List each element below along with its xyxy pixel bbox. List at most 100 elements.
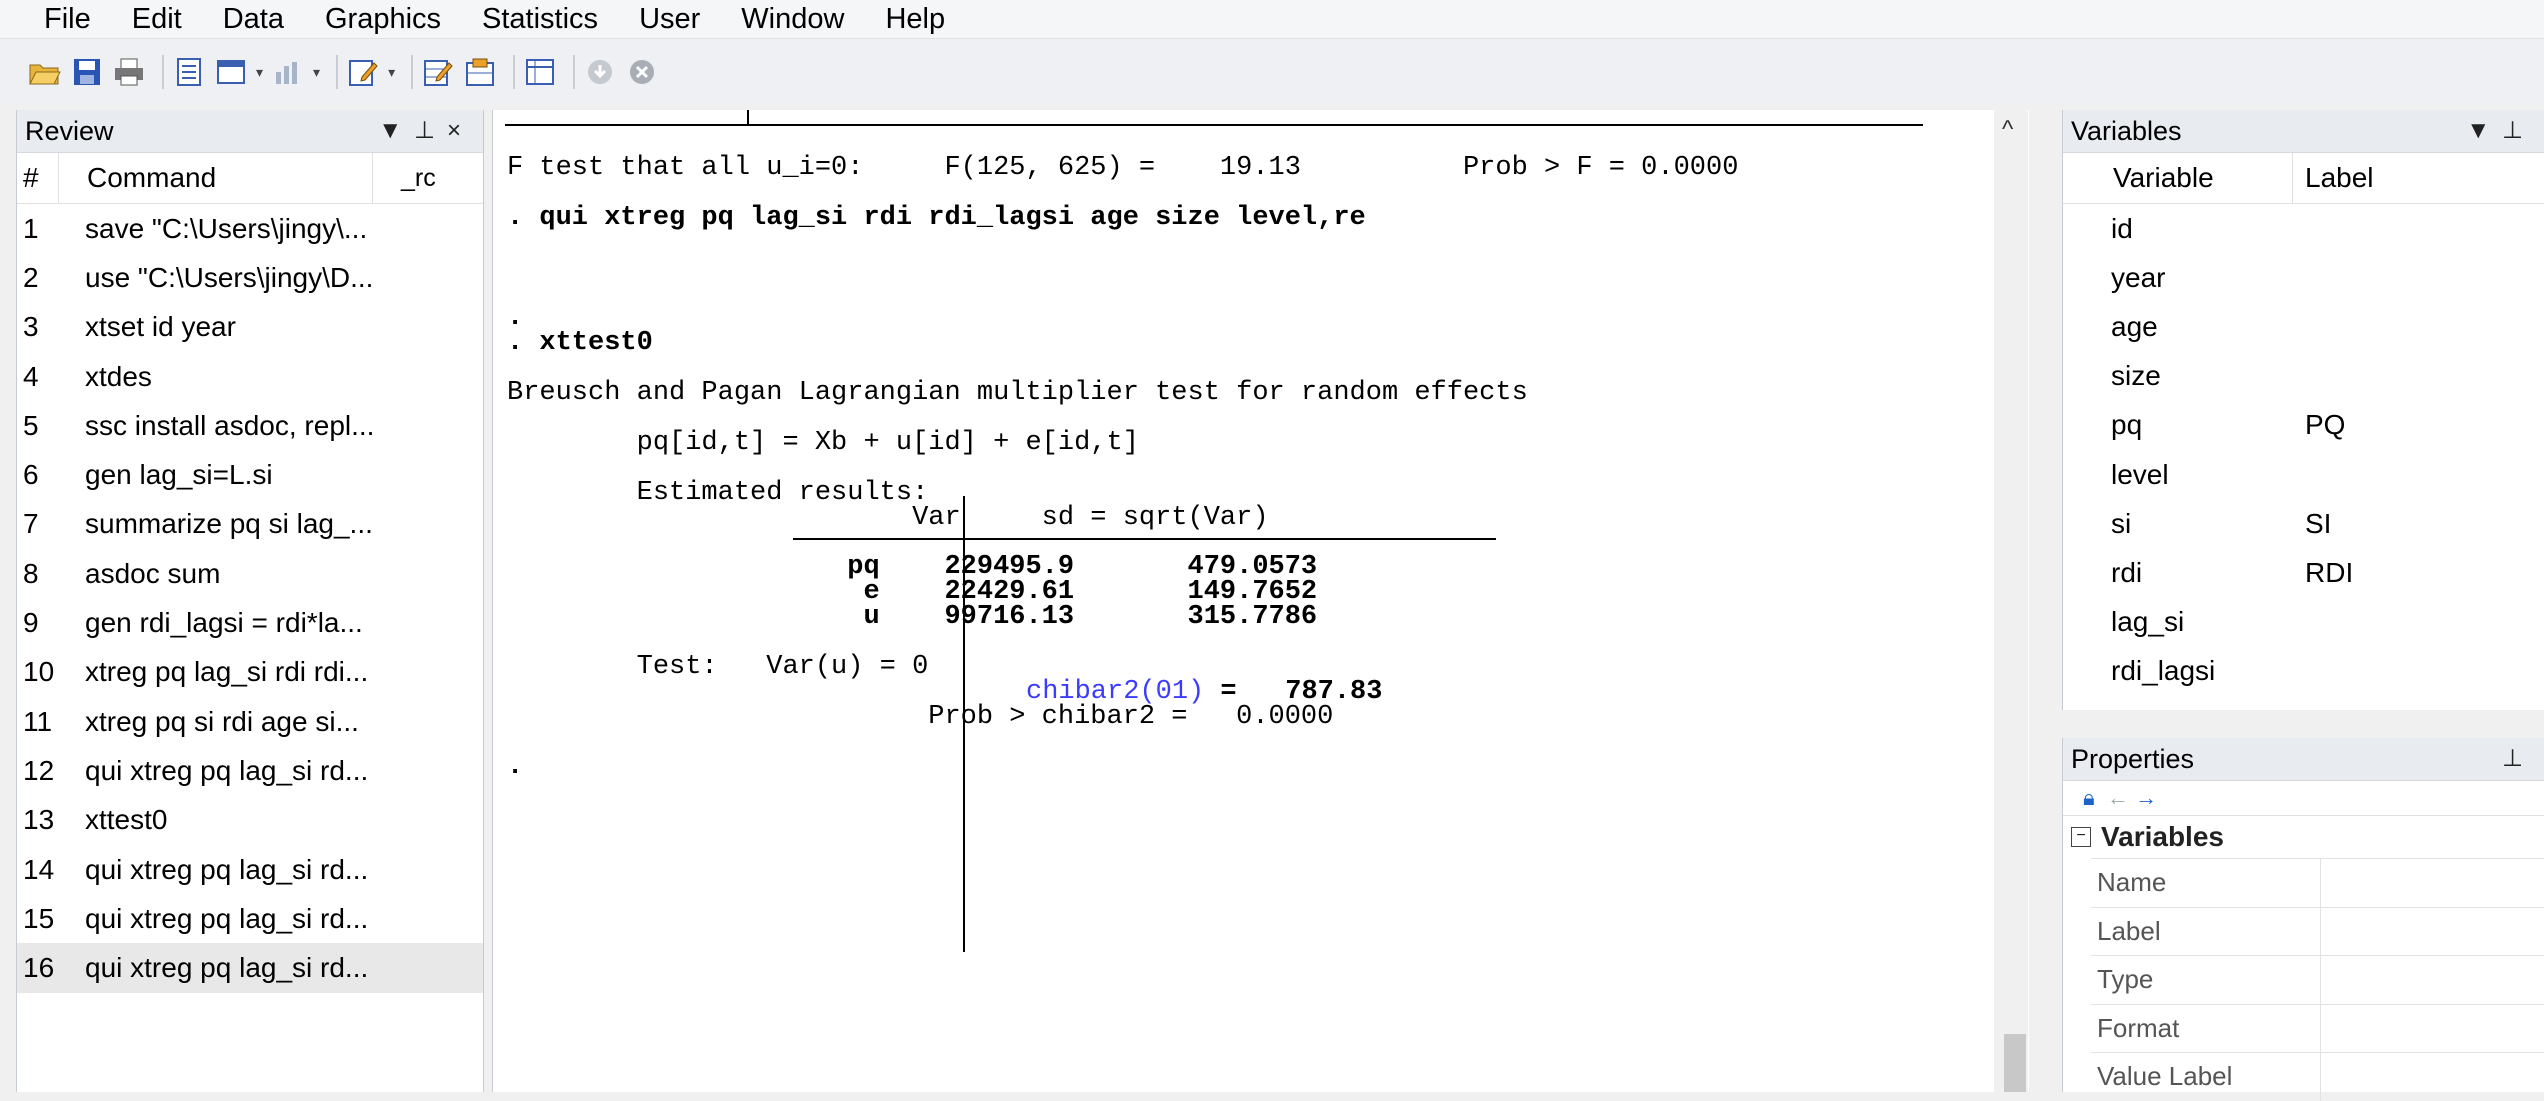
review-row-command: qui xtreg pq lag_si rd... <box>85 754 369 786</box>
review-row[interactable]: 13 xttest0 <box>17 796 483 845</box>
pin-icon[interactable]: ⊥ <box>414 117 447 144</box>
menu-edit[interactable]: Edit <box>110 0 201 38</box>
review-row-number: 1 <box>23 212 39 244</box>
menu-data[interactable]: Data <box>201 0 303 38</box>
lock-icon[interactable]: 🔒︎ <box>2083 785 2095 811</box>
review-row[interactable]: 14 qui xtreg pq lag_si rd... <box>17 845 483 894</box>
graph-icon[interactable] <box>271 55 305 89</box>
variable-row[interactable]: id <box>2063 204 2544 253</box>
toolbar: ▾ ▾ ▾ <box>0 39 2544 105</box>
model-line: pq[id,t] = Xb + u[id] + e[id,t] <box>507 428 1139 458</box>
filter-icon[interactable]: ▼ <box>2466 117 2502 144</box>
properties-group[interactable]: − Variables <box>2063 816 2544 858</box>
review-row-number: 4 <box>23 360 39 392</box>
variable-row[interactable]: level <box>2063 450 2544 499</box>
review-row[interactable]: 8 asdoc sum <box>17 549 483 598</box>
review-row-command: qui xtreg pq lag_si rd... <box>85 952 369 984</box>
scroll-thumb[interactable] <box>2004 1034 2026 1092</box>
review-row[interactable]: 7 summarize pq si lag_... <box>17 500 483 549</box>
data-editor-icon[interactable] <box>421 55 455 89</box>
variable-row[interactable]: rdi_lagsi <box>2063 647 2544 696</box>
log-icon[interactable] <box>172 55 206 89</box>
pin-icon[interactable]: ⊥ <box>2502 745 2535 772</box>
data-browser-icon[interactable] <box>463 55 497 89</box>
pin-icon[interactable]: ⊥ <box>2502 117 2535 144</box>
filter-icon[interactable]: ▼ <box>378 117 414 144</box>
review-row[interactable]: 4 xtdes <box>17 352 483 401</box>
menu-window[interactable]: Window <box>719 0 863 38</box>
command-line: . qui xtreg pq lag_si rdi rdi_lagsi age … <box>507 203 1366 233</box>
properties-list: Name Label Type Format Value Label <box>2063 858 2544 1101</box>
property-row[interactable]: Name <box>2091 858 2544 907</box>
review-row[interactable]: 6 gen lag_si=L.si <box>17 450 483 499</box>
menu-file[interactable]: File <box>0 0 110 38</box>
save-icon[interactable] <box>70 55 104 89</box>
menu-user[interactable]: User <box>617 0 719 38</box>
collapse-icon[interactable]: − <box>2071 827 2091 847</box>
panel-controls[interactable]: ▼⊥ <box>2466 116 2535 145</box>
menu-bar: File Edit Data Graphics Statistics User … <box>0 0 2544 39</box>
review-row-number: 11 <box>23 705 53 737</box>
menu-graphics[interactable]: Graphics <box>303 0 460 38</box>
variables-manager-icon[interactable] <box>523 55 557 89</box>
forward-arrow-icon[interactable]: → <box>2135 785 2157 811</box>
review-row[interactable]: 11 xtreg pq si rdi age si... <box>17 697 483 746</box>
results-scrollbar[interactable]: ^ <box>1994 110 2028 1092</box>
chevron-down-icon[interactable]: ▾ <box>313 64 320 81</box>
properties-title-bar: Properties ⊥ <box>2063 738 2544 781</box>
review-row[interactable]: 5 ssc install asdoc, repl... <box>17 401 483 450</box>
column-header-number[interactable]: # <box>17 153 59 203</box>
break-icon[interactable] <box>625 55 659 89</box>
do-file-editor-icon[interactable] <box>346 55 380 89</box>
menu-statistics[interactable]: Statistics <box>460 0 617 38</box>
property-row[interactable]: Format <box>2091 1003 2544 1052</box>
scroll-up-icon[interactable]: ^ <box>2002 116 2013 144</box>
back-arrow-icon[interactable]: ← <box>2107 785 2129 811</box>
test-line: Test: Var(u) = 0 <box>507 652 929 682</box>
property-key: Value Label <box>2091 1053 2321 1101</box>
chevron-down-icon[interactable]: ▾ <box>388 64 395 81</box>
column-header-label[interactable]: Label <box>2293 162 2374 194</box>
review-row[interactable]: 16 qui xtreg pq lag_si rd... <box>17 943 483 993</box>
review-row[interactable]: 2 use "C:\Users\jingy\D... <box>17 253 483 302</box>
viewer-icon[interactable] <box>214 55 248 89</box>
review-row[interactable]: 10 xtreg pq lag_si rdi rdi... <box>17 648 483 697</box>
property-row[interactable]: Value Label <box>2091 1052 2544 1101</box>
column-header-command[interactable]: Command <box>59 153 373 203</box>
column-header-rc[interactable]: _rc <box>373 164 436 193</box>
variable-label: SI <box>2305 507 2332 539</box>
panel-controls[interactable]: ▼⊥× <box>378 116 473 145</box>
variable-name: rdi_lagsi <box>2111 655 2216 687</box>
panel-controls[interactable]: ⊥ <box>2502 744 2535 773</box>
variable-row[interactable]: size <box>2063 352 2544 401</box>
review-row[interactable]: 15 qui xtreg pq lag_si rd... <box>17 894 483 943</box>
variable-row[interactable]: rdi RDI <box>2063 548 2544 597</box>
more-icon[interactable] <box>583 55 617 89</box>
review-row-command: xttest0 <box>85 804 168 836</box>
print-icon[interactable] <box>112 55 146 89</box>
review-row-number: 7 <box>23 508 39 540</box>
menu-help[interactable]: Help <box>863 0 964 38</box>
column-header-variable[interactable]: Variable <box>2063 153 2293 203</box>
variable-row[interactable]: year <box>2063 253 2544 302</box>
variable-name: size <box>2111 360 2161 392</box>
property-row[interactable]: Label <box>2091 906 2544 955</box>
open-icon[interactable] <box>28 55 62 89</box>
review-row-command: qui xtreg pq lag_si rd... <box>85 902 369 934</box>
review-row-number: 14 <box>23 853 55 885</box>
review-row-number: 15 <box>23 902 55 934</box>
review-row[interactable]: 9 gen rdi_lagsi = rdi*la... <box>17 598 483 647</box>
chevron-down-icon[interactable]: ▾ <box>256 64 263 81</box>
property-row[interactable]: Type <box>2091 955 2544 1004</box>
review-row[interactable]: 1 save "C:\Users\jingy\... <box>17 204 483 253</box>
variable-name: age <box>2111 310 2158 342</box>
review-row-number: 6 <box>23 459 39 491</box>
variable-row[interactable]: pq PQ <box>2063 401 2544 450</box>
review-row[interactable]: 12 qui xtreg pq lag_si rd... <box>17 746 483 795</box>
close-icon[interactable]: × <box>447 117 473 144</box>
variable-row[interactable]: lag_si <box>2063 598 2544 647</box>
variable-row[interactable]: age <box>2063 302 2544 351</box>
review-row[interactable]: 3 xtset id year <box>17 303 483 352</box>
review-row-command: xtreg pq lag_si rdi rdi... <box>85 656 369 688</box>
variable-row[interactable]: si SI <box>2063 499 2544 548</box>
